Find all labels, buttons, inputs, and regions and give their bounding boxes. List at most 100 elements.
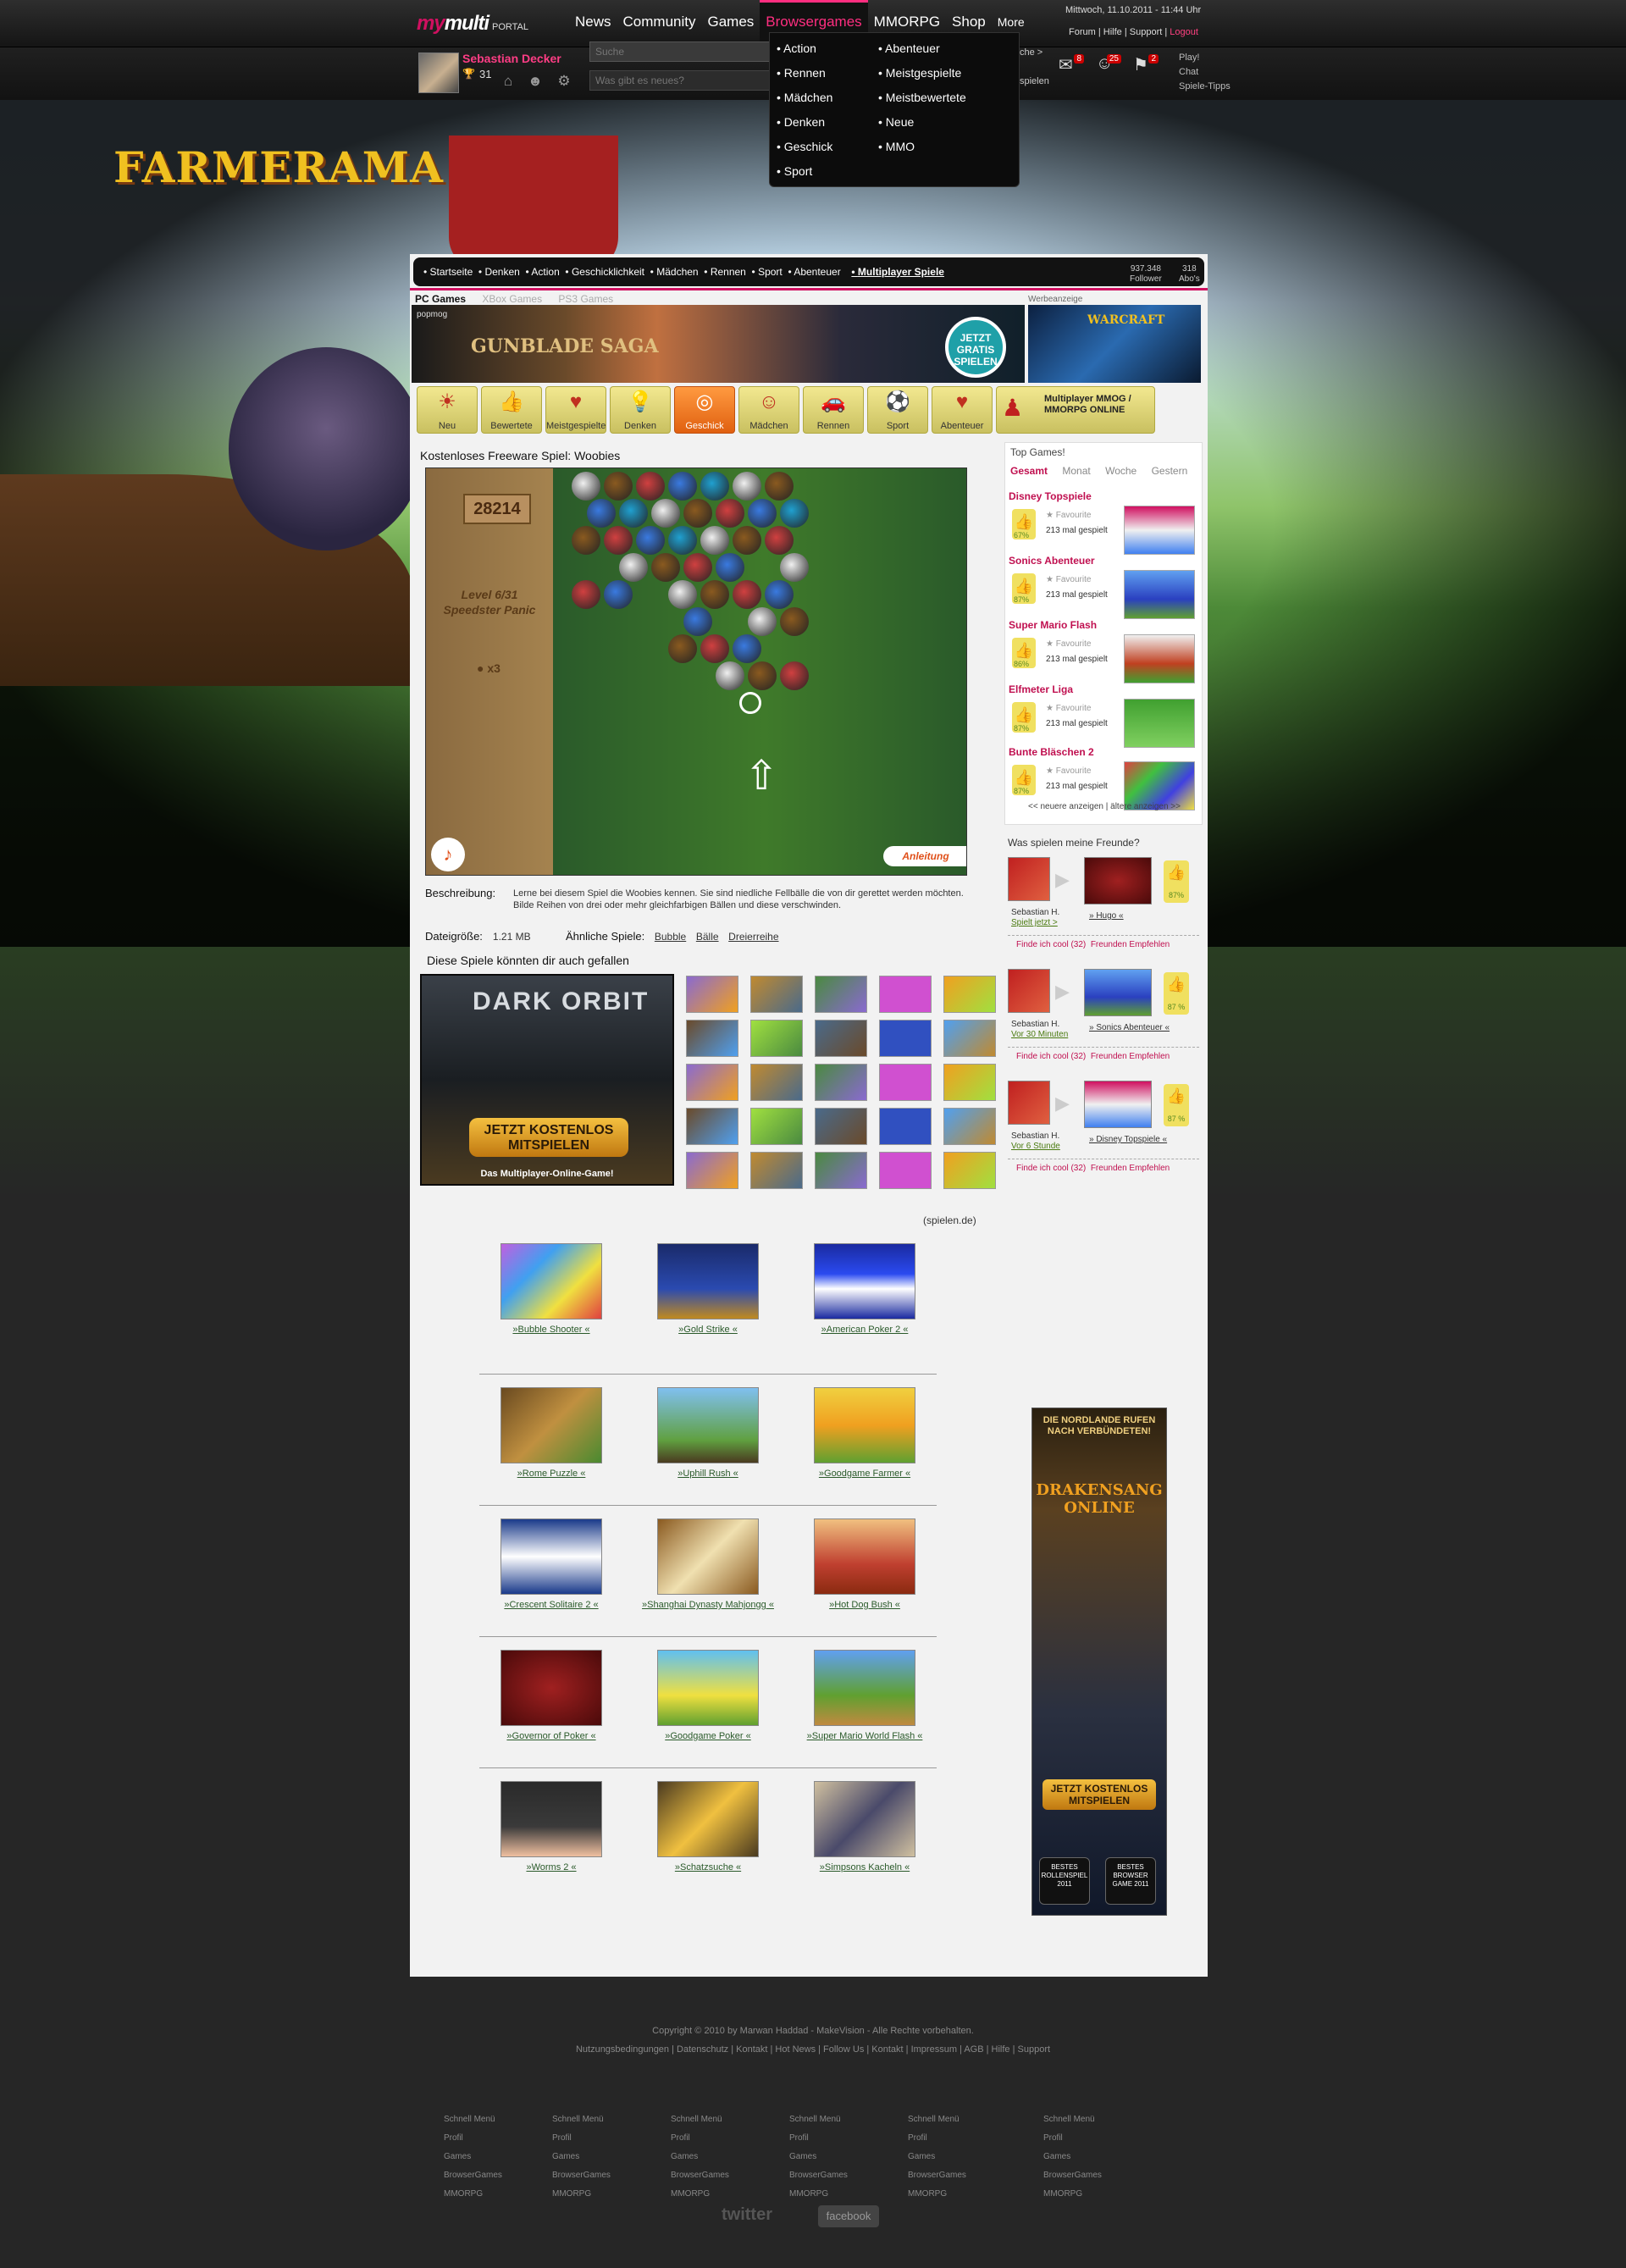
tab-woche[interactable]: Woche [1105, 465, 1137, 477]
hilfe-link[interactable]: Hilfe [1103, 27, 1122, 37]
game-item[interactable]: »Hot Dog Bush « [793, 1518, 937, 1610]
play-now-button[interactable]: JETZT KOSTENLOS MITSPIELEN [1043, 1779, 1156, 1810]
tile-abenteuer[interactable]: ♥ Abenteuer [932, 386, 993, 434]
gunblade-banner[interactable]: popmog GUNBLADE SAGA JETZT GRATIS SPIELE… [412, 305, 1025, 383]
game-thumbnail[interactable] [1084, 857, 1152, 904]
game-thumbnail[interactable] [686, 1064, 738, 1101]
game-item[interactable]: »Worms 2 « [479, 1781, 623, 1872]
cool-link[interactable]: Finde ich cool (32) [1016, 940, 1086, 949]
sound-icon[interactable]: ♪ [431, 838, 465, 871]
profile-avatar[interactable] [418, 53, 459, 93]
game-thumbnail[interactable] [879, 1064, 932, 1101]
tile-rennen[interactable]: 🚗 Rennen [803, 386, 864, 434]
help-button[interactable]: Anleitung [883, 846, 966, 866]
game-thumbnail[interactable] [943, 1108, 996, 1145]
mymulti-logo[interactable]: mymulti PORTAL [417, 12, 528, 36]
play-free-badge[interactable]: JETZT GRATIS SPIELEN [945, 317, 1006, 378]
game-thumbnail[interactable] [750, 1108, 803, 1145]
cat-link[interactable]: • Abenteuer [788, 266, 840, 278]
tile-geschick[interactable]: ◎ Geschick [674, 386, 735, 434]
tab-gestern[interactable]: Gestern [1152, 465, 1188, 477]
game-item[interactable]: »Super Mario World Flash « [793, 1650, 937, 1741]
dropdown-item[interactable]: • MMO [878, 135, 966, 159]
alerts-icon[interactable]: ⚑ 2 [1133, 54, 1159, 80]
play-link[interactable]: Play! [1179, 51, 1231, 65]
recommend-link[interactable]: Freunden Empfehlen [1091, 940, 1170, 949]
game-item[interactable]: »Gold Strike « [636, 1243, 780, 1335]
recommend-link[interactable]: Freunden Empfehlen [1091, 1164, 1170, 1173]
top-game-item[interactable]: Disney Topspiele 👍 67% ★ Favourite 213 mal … [1009, 490, 1200, 555]
footer-links[interactable]: Nutzungsbedingungen | Datenschutz | Kont… [0, 2044, 1626, 2055]
similar-link[interactable]: Bälle [696, 931, 719, 943]
game-thumbnail[interactable] [686, 976, 738, 1013]
game-item[interactable]: »Schatzsuche « [636, 1781, 780, 1872]
cat-link[interactable]: • Mädchen [650, 266, 699, 278]
cat-link[interactable]: • Action [526, 266, 560, 278]
game-thumbnail[interactable] [1084, 1081, 1152, 1128]
game-thumbnail[interactable] [879, 1108, 932, 1145]
dropdown-item[interactable]: • Neue [878, 110, 966, 135]
tab-xbox-games[interactable]: XBox Games [482, 293, 542, 305]
farmerama-logo[interactable]: FARMERAMA [113, 142, 444, 192]
dropdown-item[interactable]: • Action [777, 36, 832, 61]
game-thumbnail[interactable] [686, 1152, 738, 1189]
dropdown-item[interactable]: • Abenteuer [878, 36, 966, 61]
top-game-item[interactable]: Sonics Abenteuer 👍 87% ★ Favourite 213 mal … [1009, 555, 1200, 619]
game-thumbnail[interactable] [879, 1020, 932, 1057]
top-game-item[interactable]: Super Mario Flash 👍 86% ★ Favourite 213 mal… [1009, 619, 1200, 683]
dropdown-item[interactable]: • Rennen [777, 61, 832, 86]
game-thumbnail[interactable] [686, 1108, 738, 1145]
game-thumbnail[interactable] [943, 1152, 996, 1189]
chat-link[interactable]: Chat [1179, 65, 1231, 80]
cool-link[interactable]: Finde ich cool (32) [1016, 1164, 1086, 1173]
game-thumbnail[interactable] [815, 1108, 867, 1145]
nav-news[interactable]: News [569, 0, 617, 44]
friend-avatar[interactable] [1008, 969, 1050, 1013]
similar-link[interactable]: Dreierreihe [728, 931, 778, 943]
username[interactable]: Sebastian Decker [462, 52, 561, 65]
tile-meistgespielte[interactable]: ♥ Meistgespielte [545, 386, 606, 434]
multiplayer-link[interactable]: • Multiplayer Spiele [851, 266, 944, 278]
cat-link[interactable]: • Rennen [704, 266, 746, 278]
game-item[interactable]: »Governor of Poker « [479, 1650, 623, 1741]
dropdown-item[interactable]: • Mädchen [777, 86, 832, 110]
forum-link[interactable]: Forum [1069, 27, 1096, 37]
game-item[interactable]: »Goodgame Farmer « [793, 1387, 937, 1479]
game-item[interactable]: »Shanghai Dynasty Mahjongg « [636, 1518, 780, 1610]
game-item[interactable]: »Uphill Rush « [636, 1387, 780, 1479]
older-link[interactable]: ältere anzeigen >> [1110, 802, 1181, 811]
game-thumbnail[interactable] [815, 1064, 867, 1101]
tab-ps3-games[interactable]: PS3 Games [558, 293, 613, 305]
twitter-link[interactable]: twitter [722, 2205, 772, 2225]
facebook-link[interactable]: facebook [818, 2205, 879, 2227]
tile-multiplayer[interactable]: ♟ Multiplayer MMOG / MMORPG ONLINE [996, 386, 1155, 434]
top-game-item[interactable]: Elfmeter Liga 👍 87% ★ Favourite 213 mal ges… [1009, 683, 1200, 748]
game-thumbnail[interactable] [815, 1020, 867, 1057]
cool-link[interactable]: Finde ich cool (32) [1016, 1052, 1086, 1061]
darkorbit-banner[interactable]: DARK ORBIT JETZT KOSTENLOS MITSPIELEN Da… [420, 974, 674, 1186]
support-link[interactable]: Support [1130, 27, 1163, 37]
game-thumbnail[interactable] [879, 1152, 932, 1189]
friends-request-icon[interactable]: ☺ 25 [1096, 54, 1121, 80]
game-canvas[interactable]: 28214 Level 6/31 Speedster Panic ● x3 ⇧ … [425, 467, 967, 876]
game-thumbnail[interactable] [750, 1152, 803, 1189]
game-item[interactable]: »Rome Puzzle « [479, 1387, 623, 1479]
cat-link[interactable]: • Denken [478, 266, 520, 278]
tile-neu[interactable]: ☀ Neu [417, 386, 478, 434]
tile-sport[interactable]: ⚽ Sport [867, 386, 928, 434]
game-thumbnail[interactable] [1084, 969, 1152, 1016]
newer-link[interactable]: << neuere anzeigen [1028, 802, 1103, 811]
game-item[interactable]: »Simpsons Kacheln « [793, 1781, 937, 1872]
tile-maedchen[interactable]: ☺ Mädchen [738, 386, 799, 434]
game-thumbnail[interactable] [815, 1152, 867, 1189]
cat-link[interactable]: • Startseite [423, 266, 473, 278]
friend-avatar[interactable] [1008, 1081, 1050, 1125]
dropdown-item[interactable]: • Sport [777, 159, 832, 184]
warcraft-banner[interactable]: WARCRAFT [1028, 305, 1201, 383]
tile-denken[interactable]: 💡 Denken [610, 386, 671, 434]
dropdown-item[interactable]: • Meistgespielte [878, 61, 966, 86]
dropdown-item[interactable]: • Meistbewertete [878, 86, 966, 110]
user-icon[interactable]: ☻ [527, 73, 544, 90]
dropdown-item[interactable]: • Denken [777, 110, 832, 135]
game-item[interactable]: »Goodgame Poker « [636, 1650, 780, 1741]
